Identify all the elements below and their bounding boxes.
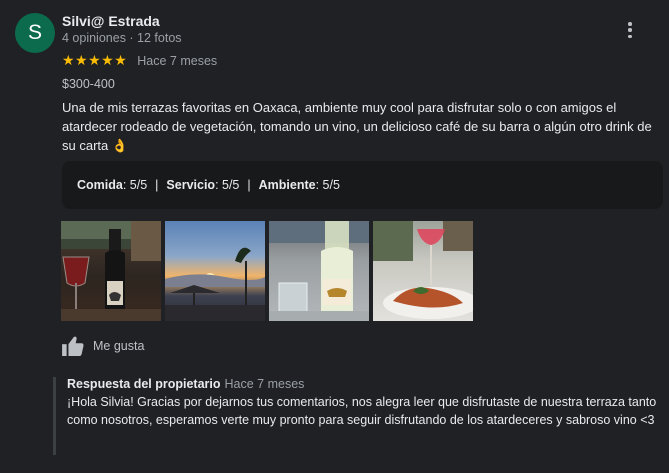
author-meta: 4 opiniones · 12 fotos (62, 31, 182, 45)
star-rating: ★★★★★ (62, 52, 128, 68)
attr-value-service: : 5/5 (215, 178, 240, 192)
attr-label-ambience: Ambiente (258, 178, 316, 192)
review-time: Hace 7 meses (137, 53, 218, 68)
reply-title: Respuesta del propietario (67, 377, 221, 391)
reply-time: Hace 7 meses (224, 377, 305, 391)
attr-label-service: Servicio (166, 178, 216, 192)
author-avatar[interactable]: S (15, 13, 55, 53)
review-text: Una de mis terrazas favoritas en Oaxaca,… (62, 100, 652, 153)
price-range: $300-400 (62, 77, 115, 91)
author-name[interactable]: Silvi@ Estrada (62, 13, 160, 29)
ok-hand-emoji: 👌 (111, 138, 129, 153)
more-vert-icon[interactable] (622, 20, 638, 40)
attr-label-food: Comida (77, 178, 123, 192)
attr-separator: | (155, 178, 159, 192)
attr-value-ambience: : 5/5 (315, 178, 340, 192)
attr-value-food: : 5/5 (122, 178, 148, 192)
review-photo[interactable] (373, 221, 473, 321)
thumb-up-icon (62, 336, 84, 356)
review-text-container: Una de mis terrazas favoritas en Oaxaca,… (62, 98, 662, 155)
like-label: Me gusta (93, 339, 145, 353)
review-photo[interactable] (165, 221, 265, 321)
rating-row: ★★★★★ Hace 7 meses (62, 52, 217, 69)
like-button[interactable]: Me gusta (62, 336, 144, 356)
attr-separator: | (247, 178, 251, 192)
review-photo[interactable] (61, 221, 161, 321)
attribute-ratings: Comida: 5/5 | Servicio: 5/5 | Ambiente: … (62, 161, 663, 209)
owner-reply: Respuesta del propietario Hace 7 meses ¡H… (53, 377, 656, 455)
review-photo[interactable] (269, 221, 369, 321)
review-photos (61, 221, 473, 321)
reply-text: ¡Hola Silvia! Gracias por dejarnos tus c… (67, 395, 657, 427)
